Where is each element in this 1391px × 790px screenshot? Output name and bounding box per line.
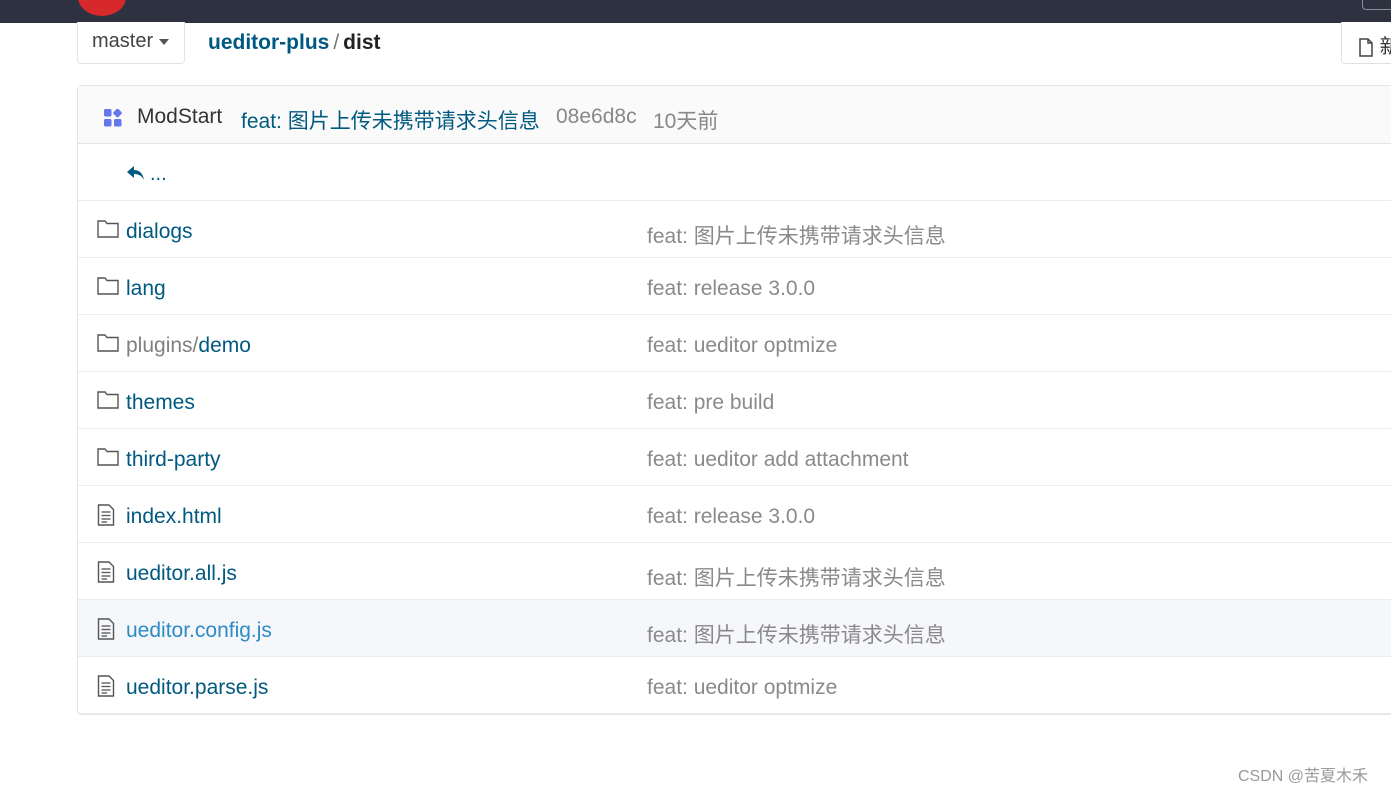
file-commit-message[interactable]: feat: 图片上传未携带请求头信息 xyxy=(647,562,946,592)
breadcrumb-current: dist xyxy=(343,31,381,54)
file-name-link[interactable]: lang xyxy=(126,277,166,301)
branch-label: master xyxy=(92,30,154,52)
file-name-link[interactable]: themes xyxy=(126,391,195,415)
file-list-panel: ModStart feat: 图片上传未携带请求头信息 08e6d8c 10天前… xyxy=(77,85,1391,715)
file-commit-message[interactable]: feat: release 3.0.0 xyxy=(647,505,815,529)
file-commit-message[interactable]: feat: pre build xyxy=(647,391,774,415)
file-commit-message[interactable]: feat: 图片上传未携带请求头信息 xyxy=(647,619,946,649)
commit-hash[interactable]: 08e6d8c xyxy=(556,105,637,129)
file-commit-message[interactable]: feat: ueditor add attachment xyxy=(647,448,909,472)
file-name-link[interactable]: dialogs xyxy=(126,220,193,244)
top-navbar xyxy=(0,0,1391,23)
folder-icon xyxy=(97,219,119,243)
commit-author[interactable]: ModStart xyxy=(137,105,222,129)
file-commit-message[interactable]: feat: ueditor optmize xyxy=(647,676,837,700)
breadcrumb-repo-link[interactable]: ueditor-plus xyxy=(208,31,329,54)
file-row[interactable]: ueditor.all.js feat: 图片上传未携带请求头信息 xyxy=(78,543,1391,600)
file-text-icon xyxy=(97,561,115,588)
file-row[interactable]: index.html feat: release 3.0.0 xyxy=(78,486,1391,543)
file-name[interactable]: index.html xyxy=(126,505,222,528)
new-file-label: 新 xyxy=(1379,36,1391,58)
file-row[interactable]: ueditor.parse.js feat: ueditor optmize xyxy=(78,657,1391,714)
file-row[interactable]: themes feat: pre build xyxy=(78,372,1391,429)
parent-directory-row[interactable]: ... xyxy=(78,144,1391,201)
top-right-button[interactable] xyxy=(1362,0,1391,10)
latest-commit-bar: ModStart feat: 图片上传未携带请求头信息 08e6d8c 10天前 xyxy=(78,86,1391,144)
file-name[interactable]: third-party xyxy=(126,448,221,471)
watermark: CSDN @苦夏木禾 xyxy=(1238,768,1369,785)
file-row[interactable]: third-party feat: ueditor add attachment xyxy=(78,429,1391,486)
new-file-icon xyxy=(1359,38,1373,57)
file-name[interactable]: demo xyxy=(198,334,251,357)
grid-icon xyxy=(104,109,122,127)
file-name-link[interactable]: ueditor.config.js xyxy=(126,619,272,643)
reply-icon xyxy=(127,166,144,180)
folder-icon xyxy=(97,276,119,300)
file-commit-message[interactable]: feat: ueditor optmize xyxy=(647,334,837,358)
file-text-icon xyxy=(97,504,115,531)
breadcrumb: ueditor-plus / dist xyxy=(208,31,381,55)
file-commit-message[interactable]: feat: 图片上传未携带请求头信息 xyxy=(647,220,946,250)
file-name-link[interactable]: index.html xyxy=(126,505,222,529)
folder-icon xyxy=(97,333,119,357)
parent-directory-link[interactable]: ... xyxy=(150,163,167,186)
folder-icon xyxy=(97,447,119,471)
file-name-link[interactable]: third-party xyxy=(126,448,221,472)
commit-time: 10天前 xyxy=(653,110,719,133)
file-row[interactable]: dialogs feat: 图片上传未携带请求头信息 xyxy=(78,201,1391,258)
file-name-link[interactable]: ueditor.parse.js xyxy=(126,676,268,700)
file-name[interactable]: ueditor.config.js xyxy=(126,619,272,642)
folder-icon xyxy=(97,390,119,414)
file-row[interactable]: lang feat: release 3.0.0 xyxy=(78,258,1391,315)
caret-down-icon xyxy=(159,38,170,45)
file-commit-message[interactable]: feat: release 3.0.0 xyxy=(647,277,815,301)
file-name[interactable]: ueditor.parse.js xyxy=(126,676,268,699)
file-name-link[interactable]: plugins/demo xyxy=(126,334,251,358)
breadcrumb-separator: / xyxy=(333,31,340,54)
file-name[interactable]: themes xyxy=(126,391,195,414)
branch-selector[interactable]: master xyxy=(77,22,185,64)
file-name[interactable]: lang xyxy=(126,277,166,300)
site-logo[interactable] xyxy=(78,0,126,16)
file-name-link[interactable]: ueditor.all.js xyxy=(126,562,237,586)
file-row[interactable]: plugins/demo feat: ueditor optmize xyxy=(78,315,1391,372)
file-name[interactable]: dialogs xyxy=(126,220,193,243)
file-row[interactable]: ueditor.config.js feat: 图片上传未携带请求头信息 xyxy=(78,600,1391,657)
commit-message-link[interactable]: feat: 图片上传未携带请求头信息 xyxy=(241,105,540,135)
new-file-button[interactable]: 新 xyxy=(1341,22,1391,64)
file-text-icon xyxy=(97,675,115,702)
file-text-icon xyxy=(97,618,115,645)
path-prefix[interactable]: plugins/ xyxy=(126,334,198,357)
file-name[interactable]: ueditor.all.js xyxy=(126,562,237,585)
